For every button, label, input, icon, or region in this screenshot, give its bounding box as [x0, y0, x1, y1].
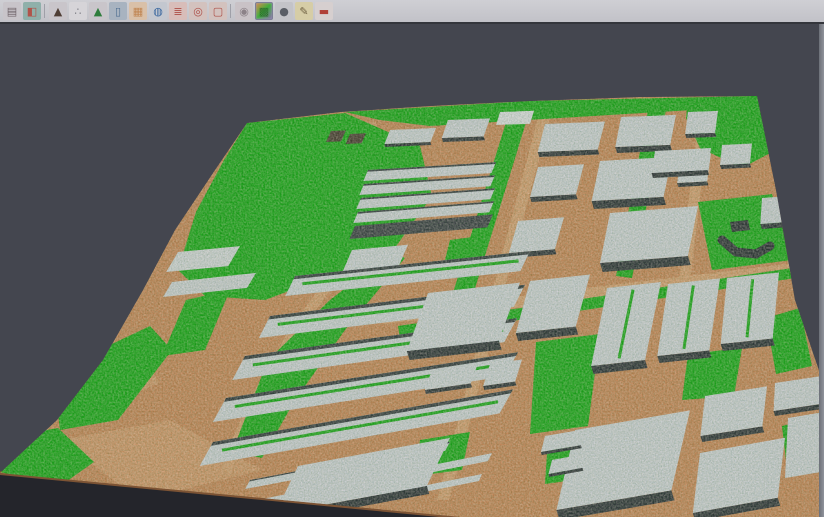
terrain-layers	[0, 24, 824, 517]
building-wall-shadow	[774, 162, 813, 167]
toolbar-button-color-by-classification[interactable]: ▩	[255, 2, 273, 20]
toolbar-button-settings-ring[interactable]: ◎	[189, 2, 207, 20]
toolbar-button-zoom-extent[interactable]: ▢	[209, 2, 227, 20]
toolbar-button-terrain-shaded-view[interactable]: ▲	[49, 2, 67, 20]
viewport-3d[interactable]	[0, 24, 824, 517]
toolbar-button-render-solid[interactable]: ●	[275, 2, 293, 20]
noise-overlay-2	[0, 24, 824, 517]
toolbar-separator	[228, 2, 234, 20]
toolbar-button-globe-3d-view[interactable]: ◍	[149, 2, 167, 20]
point-cloud-scene	[0, 24, 824, 517]
toolbar-button-terrain-color-view[interactable]: ▲	[89, 2, 107, 20]
toolbar-button-exit-tool[interactable]: ▬	[315, 2, 333, 20]
toolbar-button-sphere-tool[interactable]: ◉	[235, 2, 253, 20]
toolbar-button-attribute-table[interactable]: ≣	[169, 2, 187, 20]
lidar-viewer-window: { "window": { "toolbar_bg": "#c6c6cc", "…	[0, 0, 824, 517]
main-toolbar: ▤◧▲∴▲▯▦◍≣◎▢◉▩●✎▬	[0, 0, 824, 24]
toolbar-button-flag-tool[interactable]: ▤	[3, 2, 21, 20]
toolbar-button-point-view[interactable]: ∴	[69, 2, 87, 20]
building-roof	[774, 146, 813, 164]
toolbar-button-measure-tool[interactable]: ✎	[295, 2, 313, 20]
window-edge-strip[interactable]	[819, 24, 824, 517]
toolbar-button-ortho-view[interactable]: ▦	[129, 2, 147, 20]
toolbar-separator	[42, 2, 48, 20]
toolbar-button-profile-view[interactable]: ▯	[109, 2, 127, 20]
toolbar-button-dual-view[interactable]: ◧	[23, 2, 41, 20]
